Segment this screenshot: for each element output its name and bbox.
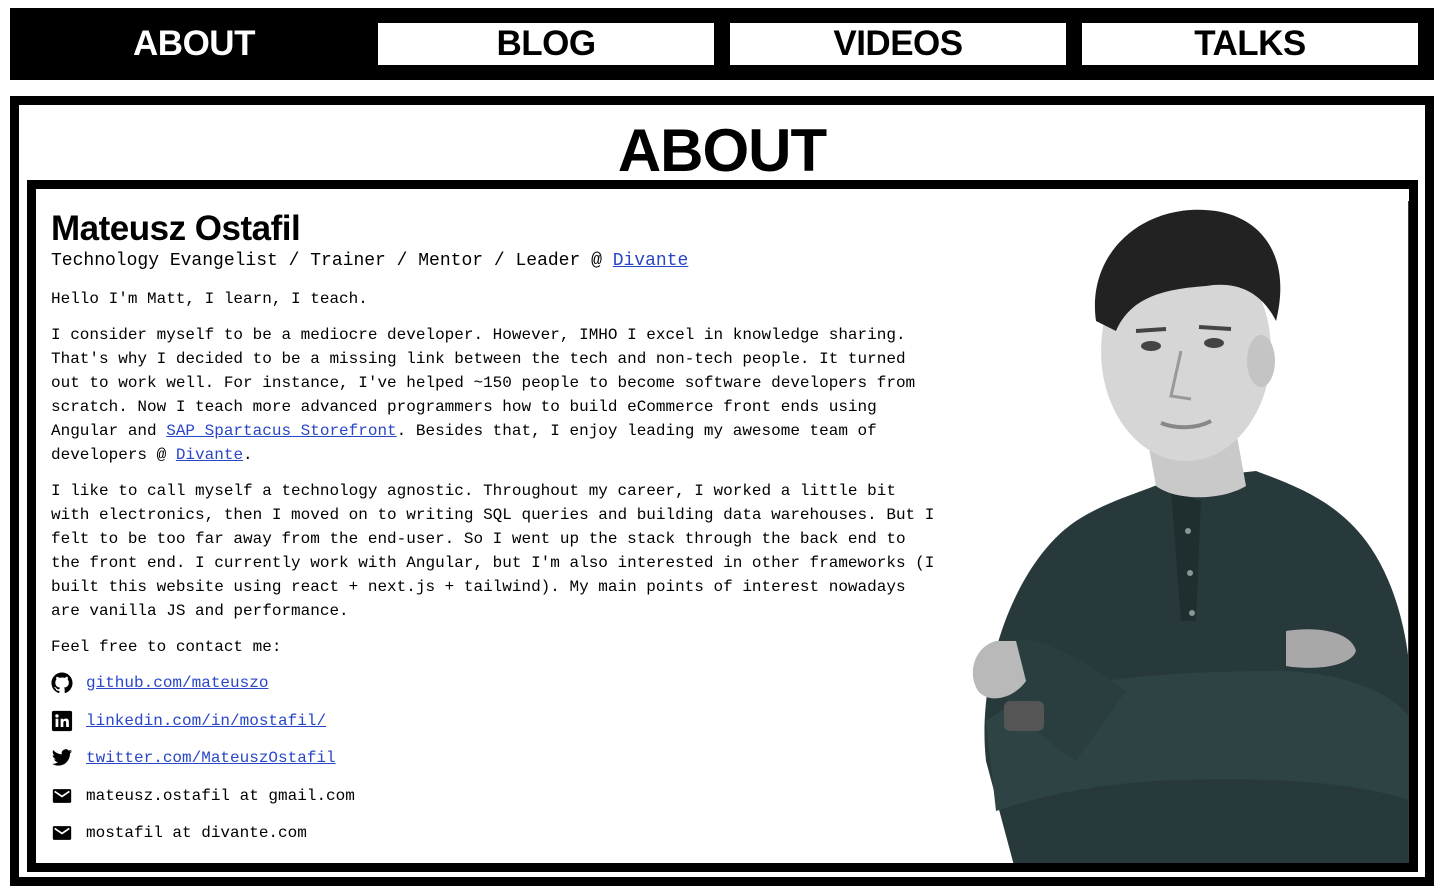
mail-icon [51, 785, 73, 807]
profile-photo [956, 201, 1409, 863]
top-navigation: ABOUT BLOG VIDEOS TALKS [10, 8, 1434, 80]
mail-icon [51, 822, 73, 844]
intro-text: Hello I'm Matt, I learn, I teach. [51, 290, 368, 308]
contact-twitter: twitter.com/MateuszOstafil [51, 746, 936, 770]
twitter-link[interactable]: twitter.com/MateuszOstafil [86, 749, 336, 767]
bio-paragraph-2: I like to call myself a technology agnos… [51, 482, 935, 620]
divante-team-link[interactable]: Divante [176, 446, 243, 464]
contact-email-divante: mostafil at divante.com [51, 821, 936, 845]
about-section: ABOUT Mateusz Ostafil Technology Evangel… [10, 96, 1434, 886]
linkedin-icon [51, 710, 73, 732]
bio-paragraph-1: I consider myself to be a mediocre devel… [51, 323, 936, 467]
contact-github: github.com/mateuszo [51, 671, 936, 695]
profile-card: Mateusz Ostafil Technology Evangelist / … [27, 180, 1418, 872]
spartacus-link[interactable]: SAP Spartacus Storefront [166, 422, 396, 440]
contact-list: github.com/mateuszo linkedin.com/in/most… [51, 671, 936, 845]
contact-intro: Feel free to contact me: [51, 638, 282, 656]
email-text: mateusz.ostafil at gmail.com [86, 786, 355, 805]
nav-tab-videos[interactable]: VIDEOS [730, 23, 1066, 65]
subtitle-text: Technology Evangelist / Trainer / Mentor… [51, 251, 613, 271]
nav-tab-talks[interactable]: TALKS [1082, 23, 1418, 65]
profile-subtitle: Technology Evangelist / Trainer / Mentor… [51, 249, 936, 273]
twitter-icon [51, 747, 73, 769]
page-title: ABOUT [617, 117, 827, 184]
github-link[interactable]: github.com/mateuszo [86, 674, 268, 692]
nav-tab-blog[interactable]: BLOG [378, 23, 714, 65]
github-icon [51, 672, 73, 694]
email-text: mostafil at divante.com [86, 824, 307, 842]
nav-tab-about[interactable]: ABOUT [26, 23, 362, 65]
contact-linkedin: linkedin.com/in/mostafil/ [51, 709, 936, 733]
profile-name: Mateusz Ostafil [51, 209, 301, 248]
contact-email-gmail: mateusz.ostafil at gmail.com [51, 784, 936, 808]
profile-content: Mateusz Ostafil Technology Evangelist / … [51, 209, 936, 859]
linkedin-link[interactable]: linkedin.com/in/mostafil/ [86, 712, 326, 730]
photo-edge-divider [1408, 201, 1409, 861]
divante-link[interactable]: Divante [613, 251, 689, 271]
bio-text: . [243, 446, 253, 464]
